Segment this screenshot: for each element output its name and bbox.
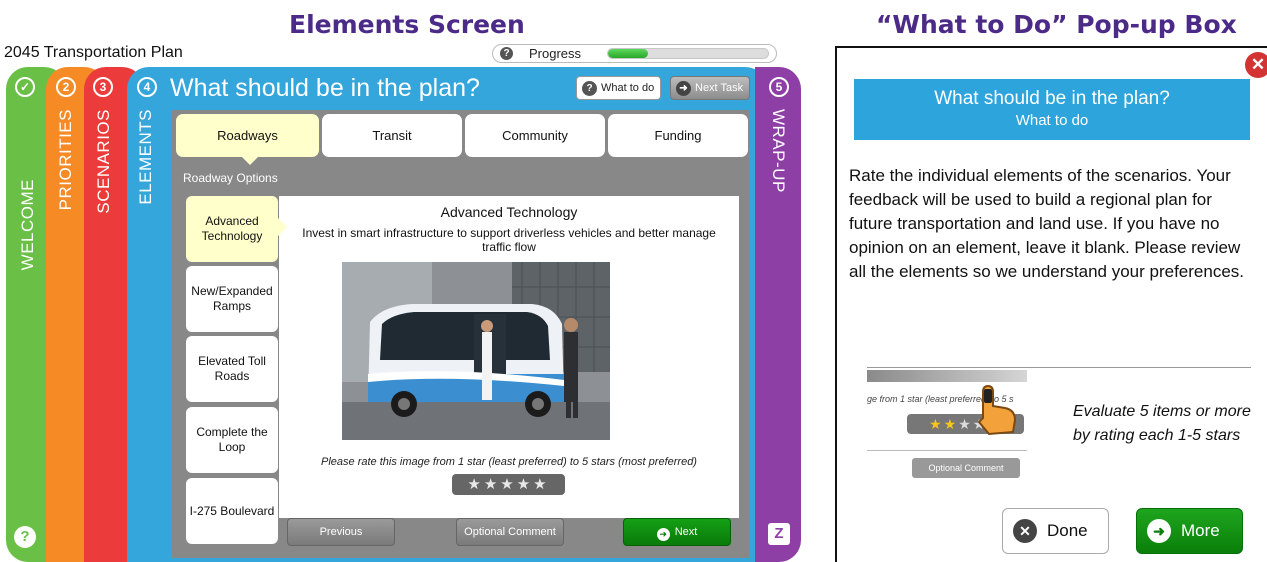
step-tab-wrap-up[interactable]: 5 WRAP-UP xyxy=(755,67,801,562)
arrow-right-icon: ➜ xyxy=(676,81,691,96)
step-label-elements: ELEMENTS xyxy=(136,109,155,205)
plan-title: 2045 Transportation Plan xyxy=(4,44,183,61)
popup-title: What should be in the plan? xyxy=(934,88,1170,109)
optional-comment-button[interactable]: Optional Comment xyxy=(456,518,564,546)
logo-icon: Z xyxy=(768,523,790,545)
previous-label: Previous xyxy=(319,526,363,538)
check-icon: ✓ xyxy=(15,77,35,97)
more-button[interactable]: ➜ More xyxy=(1136,508,1243,554)
comment-label: Optional Comment xyxy=(464,526,556,538)
star-icon[interactable]: ★ xyxy=(500,476,516,493)
popup-box-heading: “What to Do” Pop-up Box xyxy=(876,10,1237,39)
star-icon: ★ xyxy=(958,416,973,432)
option-content: Advanced Technology Invest in smart infr… xyxy=(279,196,739,518)
page-title: What should be in the plan? xyxy=(170,74,480,102)
tab-community[interactable]: Community xyxy=(465,114,605,157)
photo-strip xyxy=(867,370,1027,382)
evaluate-instructions: Evaluate 5 items or more by rating each … xyxy=(1073,403,1251,444)
popup-header: What should be in the plan? What to do xyxy=(854,79,1250,140)
progress-bar[interactable]: ? Progress xyxy=(492,44,777,63)
tab-label: Transit xyxy=(372,128,412,143)
step-number-badge: 2 xyxy=(56,77,76,97)
step-label-wrap-up: WRAP-UP xyxy=(769,109,788,193)
option-elevated-toll-roads[interactable]: Elevated Toll Roads xyxy=(186,336,278,402)
rating-instructions: Please rate this image from 1 star (leas… xyxy=(321,456,697,468)
option-label: Advanced Technology xyxy=(201,214,263,243)
what-to-do-button[interactable]: ? What to do xyxy=(576,76,662,100)
next-label: Next xyxy=(674,526,698,538)
option-label: New/Expanded Ramps xyxy=(191,284,273,313)
option-new-expanded-ramps[interactable]: New/Expanded Ramps xyxy=(186,266,278,332)
star-icon[interactable]: ★ xyxy=(467,476,483,493)
tab-roadways[interactable]: Roadways xyxy=(176,114,319,165)
tab-funding[interactable]: Funding xyxy=(608,114,748,157)
option-label: Complete the Loop xyxy=(196,425,268,454)
divider xyxy=(867,450,1027,451)
arrow-right-icon: ➜ xyxy=(656,528,670,541)
star-icon: ★ xyxy=(929,416,944,432)
previous-button[interactable]: Previous xyxy=(287,518,395,546)
close-icon: ✕ xyxy=(1013,519,1037,543)
progress-fill xyxy=(608,49,648,58)
autonomous-shuttle-photo xyxy=(342,262,610,440)
content-title: Advanced Technology xyxy=(440,204,578,220)
content-description: Invest in smart infrastructure to suppor… xyxy=(302,226,716,254)
option-label: I-275 Boulevard xyxy=(189,503,275,518)
done-label: Done xyxy=(1047,521,1088,540)
help-icon[interactable]: ? xyxy=(14,526,36,548)
star-icon[interactable]: ★ xyxy=(484,476,500,493)
step-number-badge: 3 xyxy=(93,77,113,97)
pointing-hand-icon xyxy=(977,384,1017,436)
active-option-pointer xyxy=(278,218,287,236)
divider xyxy=(867,367,1251,368)
shuttle-illustration xyxy=(342,262,610,440)
star-icon[interactable]: ★ xyxy=(533,476,549,493)
popup-body-text: Rate the individual elements of the scen… xyxy=(849,166,1245,281)
star-icon[interactable]: ★ xyxy=(517,476,533,493)
step-label-welcome: WELCOME xyxy=(18,179,37,271)
help-icon[interactable]: ? xyxy=(500,47,513,60)
active-tab-pointer xyxy=(242,157,258,165)
option-i-275-boulevard[interactable]: I-275 Boulevard xyxy=(186,478,278,544)
step-label-priorities: PRIORITIES xyxy=(56,109,75,211)
step-number-badge: 4 xyxy=(137,77,157,97)
option-label: Elevated Toll Roads xyxy=(198,354,266,383)
options-label: Roadway Options xyxy=(183,171,278,185)
next-task-button[interactable]: ➜ Next Task xyxy=(670,76,751,100)
tab-label: Community xyxy=(502,128,568,143)
option-complete-the-loop[interactable]: Complete the Loop xyxy=(186,407,278,473)
more-label: More xyxy=(1181,521,1220,540)
close-icon[interactable]: ✕ xyxy=(1245,52,1267,78)
tab-label: Funding xyxy=(654,128,702,143)
tab-transit[interactable]: Transit xyxy=(322,114,462,157)
what-to-do-label: What to do xyxy=(601,82,655,94)
step-number-badge: 5 xyxy=(769,77,789,97)
progress-track xyxy=(607,48,769,59)
step-label-scenarios: SCENARIOS xyxy=(94,109,113,214)
rating-demo-image: ge from 1 star (least preferred) to 5 s … xyxy=(867,370,1027,480)
question-icon: ? xyxy=(582,81,597,96)
option-advanced-technology[interactable]: Advanced Technology xyxy=(186,196,278,262)
demo-comment-button: Optional Comment xyxy=(912,458,1020,478)
done-button[interactable]: ✕ Done xyxy=(1002,508,1109,554)
elements-panel: Roadways Transit Community Funding Roadw… xyxy=(172,110,749,558)
what-to-do-popup: What should be in the plan? What to do R… xyxy=(835,46,1267,562)
screenshot-root: Elements Screen “What to Do” Pop-up Box … xyxy=(0,0,1267,562)
elements-screen-heading: Elements Screen xyxy=(289,10,525,39)
tab-label: Roadways xyxy=(217,128,278,143)
arrow-right-icon: ➜ xyxy=(1147,519,1171,543)
star-icon: ★ xyxy=(943,416,959,432)
star-rating[interactable]: ★★★★★ xyxy=(452,474,565,495)
progress-label: Progress xyxy=(529,46,582,61)
next-button[interactable]: ➜ Next xyxy=(623,518,731,546)
popup-subtitle: What to do xyxy=(1015,112,1089,129)
next-task-label: Next Task xyxy=(695,82,744,94)
